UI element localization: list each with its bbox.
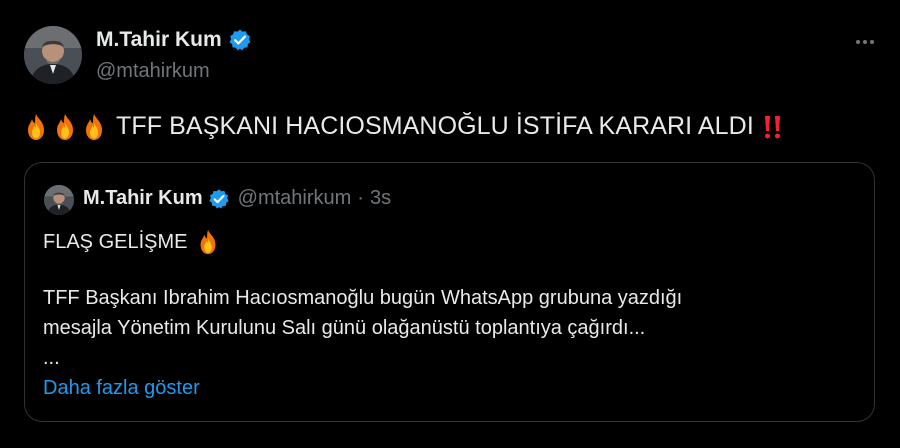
quoted-author-name: M.Tahir Kum [83, 187, 203, 209]
quoted-headline-row: FLAŞ GELİŞME [43, 229, 220, 255]
quoted-avatar [44, 185, 74, 215]
fire-emoji-icon [53, 113, 77, 141]
quoted-timestamp[interactable]: 3s [370, 187, 391, 210]
tweet-body: TFF BAŞKANI HACIOSMANOĞLU İSTİFA KARARI … [116, 112, 754, 140]
quoted-headline: FLAŞ GELİŞME [43, 230, 188, 253]
more-options-icon[interactable] [852, 34, 878, 50]
double-exclamation-emoji-icon [764, 115, 780, 138]
verified-badge-icon [228, 28, 252, 52]
show-more-link[interactable]: Daha fazla göster [43, 377, 200, 400]
quoted-tweet[interactable]: M.Tahir Kum @mtahirkum · 3s FLAŞ GELİŞME… [24, 162, 875, 422]
quoted-header: M.Tahir Kum @mtahirkum · 3s [83, 187, 391, 210]
author-handle[interactable]: @mtahirkum [96, 60, 210, 83]
author-name-row: M.Tahir Kum [96, 28, 252, 52]
fire-emoji-icon [82, 113, 106, 141]
quoted-author-handle: @mtahirkum [237, 187, 352, 209]
separator-dot: · [357, 187, 364, 209]
fire-emoji-icon [24, 113, 48, 141]
author-name[interactable]: M.Tahir Kum [96, 28, 222, 52]
avatar[interactable] [24, 26, 82, 84]
quoted-paragraph-line: mesajla Yönetim Kurulunu Salı günü olağa… [43, 317, 646, 339]
quoted-ellipsis: ... [43, 347, 60, 369]
verified-badge-icon [208, 188, 230, 210]
quoted-paragraph-line: TFF Başkanı Ibrahim Hacıosmanoğlu bugün … [43, 287, 683, 309]
tweet-text: TFF BAŞKANI HACIOSMANOĞLU İSTİFA KARARI … [24, 112, 786, 141]
fire-emoji-icon [196, 229, 220, 255]
